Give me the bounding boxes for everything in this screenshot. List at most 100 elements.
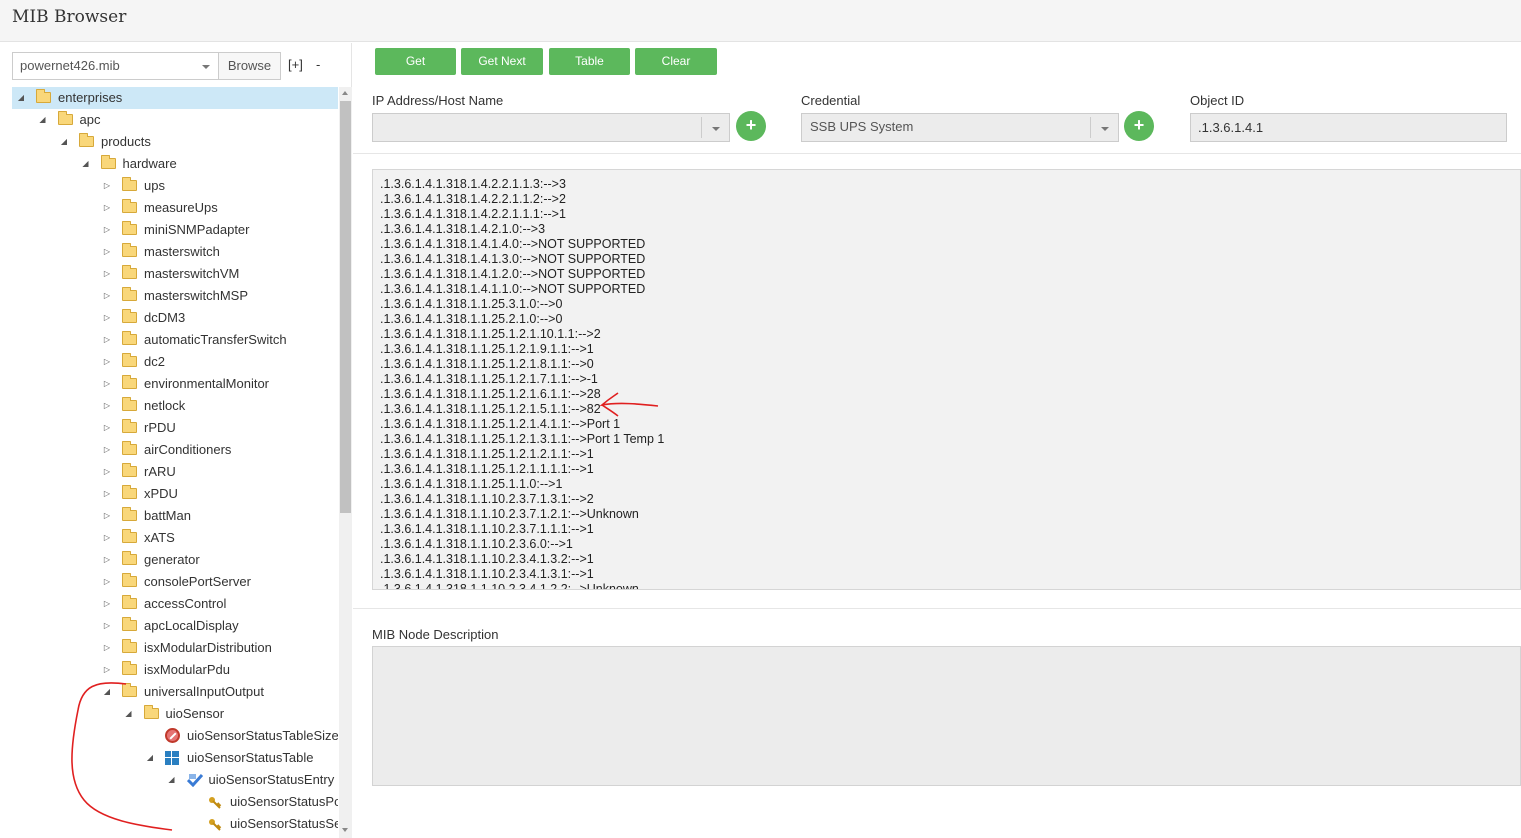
select-divider bbox=[701, 117, 702, 138]
chevron-down-icon bbox=[202, 65, 210, 69]
expanded-toggle-icon[interactable]: ◢ bbox=[167, 769, 177, 791]
tree-node[interactable]: ▷ xATS bbox=[12, 527, 338, 549]
credential-select[interactable]: SSB UPS System bbox=[801, 113, 1119, 142]
collapsed-toggle-icon[interactable]: ▷ bbox=[102, 483, 112, 505]
table-button[interactable]: Table bbox=[549, 48, 630, 75]
tree-node[interactable]: ▷ isxModularDistribution bbox=[12, 637, 338, 659]
tree-node[interactable]: ◢ uioSensorStatusTable bbox=[12, 747, 338, 769]
expanded-toggle-icon[interactable]: ◢ bbox=[102, 681, 112, 703]
collapsed-toggle-icon[interactable]: ▷ bbox=[102, 527, 112, 549]
tree-node[interactable]: ▷ masterswitchVM bbox=[12, 263, 338, 285]
tree-node[interactable]: ▷ dc2 bbox=[12, 351, 338, 373]
tree-node[interactable]: ◢ uioSensor bbox=[12, 703, 338, 725]
tree-node[interactable]: uioSensorStatusPortID bbox=[12, 791, 338, 813]
tree-node[interactable]: ◢ products bbox=[12, 131, 338, 153]
collapsed-toggle-icon[interactable]: ▷ bbox=[102, 637, 112, 659]
tree-node[interactable]: ▷ apcLocalDisplay bbox=[12, 615, 338, 637]
result-line: .1.3.6.1.4.1.318.1.4.2.2.1.1.2:-->2 bbox=[380, 192, 566, 206]
scroll-thumb[interactable] bbox=[340, 101, 351, 513]
tree-node[interactable]: ▷ miniSNMPadapter bbox=[12, 219, 338, 241]
result-line: .1.3.6.1.4.1.318.1.4.2.2.1.1.1:-->1 bbox=[380, 207, 566, 221]
tree-node[interactable]: ▷ measureUps bbox=[12, 197, 338, 219]
collapsed-toggle-icon[interactable]: ▷ bbox=[102, 175, 112, 197]
collapsed-toggle-icon[interactable]: ▷ bbox=[102, 659, 112, 681]
collapsed-toggle-icon[interactable]: ▷ bbox=[102, 395, 112, 417]
tree-node[interactable]: ◢ apc bbox=[12, 109, 338, 131]
mib-file-select[interactable]: powernet426.mib bbox=[12, 52, 219, 80]
scroll-down-icon[interactable] bbox=[342, 828, 348, 832]
tree-node[interactable]: ▷ consolePortServer bbox=[12, 571, 338, 593]
result-line: .1.3.6.1.4.1.318.1.1.10.2.3.4.1.3.2:-->1 bbox=[380, 552, 594, 566]
collapsed-toggle-icon[interactable]: ▷ bbox=[102, 285, 112, 307]
tree-node[interactable]: ▷ automaticTransferSwitch bbox=[12, 329, 338, 351]
tree-node[interactable]: ▷ ups bbox=[12, 175, 338, 197]
result-line: .1.3.6.1.4.1.318.1.1.25.1.1.0:-->1 bbox=[380, 477, 563, 491]
tree-node[interactable]: ▷ airConditioners bbox=[12, 439, 338, 461]
collapsed-toggle-icon[interactable]: ▷ bbox=[102, 571, 112, 593]
scroll-up-icon[interactable] bbox=[342, 91, 348, 95]
add-credential-button[interactable]: + bbox=[1124, 111, 1154, 141]
expanded-toggle-icon[interactable]: ◢ bbox=[16, 87, 26, 109]
tree-node[interactable]: uioSensorStatusSensorID bbox=[12, 813, 338, 835]
divider bbox=[353, 153, 1521, 154]
folder-icon bbox=[122, 463, 137, 477]
browse-button[interactable]: Browse bbox=[219, 52, 281, 80]
collapsed-toggle-icon[interactable]: ▷ bbox=[102, 593, 112, 615]
collapsed-toggle-icon[interactable]: ▷ bbox=[102, 307, 112, 329]
tree-node[interactable]: ▷ rPDU bbox=[12, 417, 338, 439]
tree-node[interactable]: ▷ dcDM3 bbox=[12, 307, 338, 329]
collapsed-toggle-icon[interactable]: ▷ bbox=[102, 439, 112, 461]
collapsed-toggle-icon[interactable]: ▷ bbox=[102, 615, 112, 637]
collapsed-toggle-icon[interactable]: ▷ bbox=[102, 417, 112, 439]
collapsed-toggle-icon[interactable]: ▷ bbox=[102, 549, 112, 571]
object-id-input[interactable]: .1.3.6.1.4.1 bbox=[1190, 113, 1507, 142]
expanded-toggle-icon[interactable]: ◢ bbox=[38, 109, 48, 131]
tree-node[interactable]: ▷ battMan bbox=[12, 505, 338, 527]
result-line: .1.3.6.1.4.1.318.1.4.1.4.0:-->NOT SUPPOR… bbox=[380, 237, 646, 251]
result-line: .1.3.6.1.4.1.318.1.1.25.1.2.1.7.1.1:-->-… bbox=[380, 372, 598, 386]
expanded-toggle-icon[interactable]: ◢ bbox=[145, 747, 155, 769]
tree-node[interactable]: ▷ accessControl bbox=[12, 593, 338, 615]
tree-node[interactable]: ▷ netlock bbox=[12, 395, 338, 417]
tree-node[interactable]: ▷ masterswitch bbox=[12, 241, 338, 263]
collapse-all-button[interactable]: - bbox=[316, 57, 320, 72]
collapsed-toggle-icon[interactable]: ▷ bbox=[102, 505, 112, 527]
tree-node[interactable]: ◢ universalInputOutput bbox=[12, 681, 338, 703]
collapsed-toggle-icon[interactable]: ▷ bbox=[102, 461, 112, 483]
tree-node[interactable]: ◢ enterprises bbox=[12, 87, 338, 109]
tree-node-label: uioSensorStatusTableSize bbox=[187, 728, 338, 743]
result-line: .1.3.6.1.4.1.318.1.4.1.2.0:-->NOT SUPPOR… bbox=[380, 267, 646, 281]
add-host-button[interactable]: + bbox=[736, 111, 766, 141]
result-line: .1.3.6.1.4.1.318.1.1.25.1.2.1.9.1.1:-->1 bbox=[380, 342, 594, 356]
tree-node[interactable]: ▷ rARU bbox=[12, 461, 338, 483]
collapsed-toggle-icon[interactable]: ▷ bbox=[102, 197, 112, 219]
tree-node[interactable]: ▷ xPDU bbox=[12, 483, 338, 505]
collapsed-toggle-icon[interactable]: ▷ bbox=[102, 219, 112, 241]
tree-node[interactable]: ▷ environmentalMonitor bbox=[12, 373, 338, 395]
results-output[interactable]: .1.3.6.1.4.1.318.1.4.2.2.1.1.3:-->3.1.3.… bbox=[372, 169, 1521, 590]
tree-scrollbar[interactable] bbox=[339, 87, 352, 838]
tree-node[interactable]: ▷ masterswitchMSP bbox=[12, 285, 338, 307]
collapsed-toggle-icon[interactable]: ▷ bbox=[102, 373, 112, 395]
folder-icon bbox=[122, 309, 137, 323]
collapsed-toggle-icon[interactable]: ▷ bbox=[102, 263, 112, 285]
expanded-toggle-icon[interactable]: ◢ bbox=[81, 153, 91, 175]
tree-node[interactable]: uioSensorStatusTableSize bbox=[12, 725, 338, 747]
get-next-button[interactable]: Get Next bbox=[461, 48, 543, 75]
collapsed-toggle-icon[interactable]: ▷ bbox=[102, 241, 112, 263]
tree-node[interactable]: ▷ isxModularPdu bbox=[12, 659, 338, 681]
description-area[interactable] bbox=[372, 646, 1521, 786]
tree-node[interactable]: ◢ uioSensorStatusEntry bbox=[12, 769, 338, 791]
host-select[interactable] bbox=[372, 113, 730, 142]
get-button[interactable]: Get bbox=[375, 48, 456, 75]
expanded-toggle-icon[interactable]: ◢ bbox=[59, 131, 69, 153]
expand-all-button[interactable]: [+] bbox=[288, 57, 303, 72]
tree-node[interactable]: ▷ generator bbox=[12, 549, 338, 571]
tree-node[interactable]: ◢ hardware bbox=[12, 153, 338, 175]
expanded-toggle-icon[interactable]: ◢ bbox=[124, 703, 134, 725]
collapsed-toggle-icon[interactable]: ▷ bbox=[102, 329, 112, 351]
clear-button[interactable]: Clear bbox=[635, 48, 717, 75]
result-line: .1.3.6.1.4.1.318.1.1.10.2.3.7.1.1.1:-->1 bbox=[380, 522, 594, 536]
folder-icon bbox=[122, 683, 137, 697]
collapsed-toggle-icon[interactable]: ▷ bbox=[102, 351, 112, 373]
